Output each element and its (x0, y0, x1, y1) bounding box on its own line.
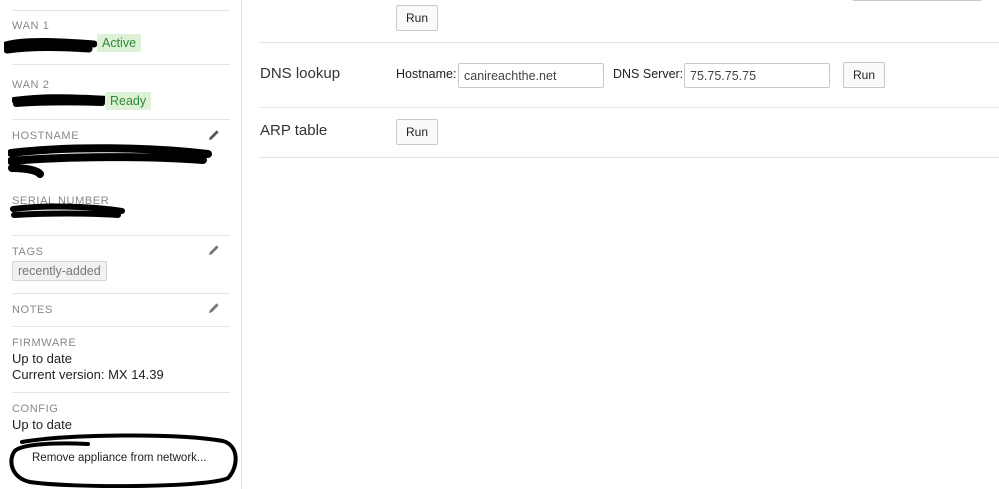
serial-number-redaction (10, 203, 125, 218)
tags-label: TAGS (12, 246, 44, 258)
tags-section: TAGS recently-added (12, 235, 230, 293)
device-details-sidebar: WAN 1 Active WAN 2 Ready HOSTNAME SERIAL… (0, 0, 242, 489)
config-label: CONFIG (12, 403, 59, 415)
divider (259, 42, 999, 43)
divider (259, 107, 999, 108)
arp-table-title: ARP table (260, 122, 328, 139)
wan1-section: WAN 1 Active (4, 10, 230, 64)
config-status: Up to date (12, 417, 72, 432)
arp-run-button[interactable]: Run (396, 119, 439, 145)
wan2-section: WAN 2 Ready (12, 64, 230, 119)
remove-appliance-area: Remove appliance from network... (8, 432, 240, 488)
hostname-section: HOSTNAME (8, 119, 230, 185)
tools-panel: Run DNS lookup Hostname: DNS Server: Run… (242, 0, 999, 489)
config-section: CONFIG Up to date (12, 392, 230, 434)
notes-section: NOTES (12, 293, 230, 326)
hostname-label: HOSTNAME (12, 130, 80, 142)
firmware-section: FIRMWARE Up to date Current version: MX … (12, 326, 230, 392)
dns-server-input[interactable] (684, 63, 830, 88)
hostname-redaction (8, 144, 212, 178)
dns-server-label: DNS Server: (613, 67, 684, 81)
divider (259, 157, 999, 158)
firmware-version: Current version: MX 14.39 (12, 367, 164, 382)
wan1-redaction (4, 38, 98, 54)
run-button-top[interactable]: Run (396, 5, 439, 31)
serial-number-section: SERIAL NUMBER (10, 185, 230, 235)
notes-edit-pencil-icon[interactable] (208, 302, 220, 314)
firmware-status: Up to date (12, 351, 72, 366)
firmware-label: FIRMWARE (12, 337, 77, 349)
dns-hostname-label: Hostname: (396, 67, 457, 81)
wan2-status-badge: Ready (105, 92, 152, 110)
wan2-redaction (12, 94, 112, 107)
dns-lookup-title: DNS lookup (260, 65, 341, 82)
cut-off-input-field[interactable] (852, 0, 982, 1)
dns-hostname-input[interactable] (458, 63, 604, 88)
wan1-status-badge: Active (97, 34, 142, 52)
wan2-label: WAN 2 (12, 79, 50, 91)
notes-label: NOTES (12, 304, 53, 316)
wan1-label: WAN 1 (12, 20, 50, 32)
dns-run-button[interactable]: Run (843, 62, 886, 88)
hostname-edit-pencil-icon[interactable] (208, 129, 220, 141)
remove-appliance-button[interactable]: Remove appliance from network... (32, 452, 207, 464)
tag-chip[interactable]: recently-added (12, 261, 107, 281)
tags-edit-pencil-icon[interactable] (208, 244, 220, 256)
